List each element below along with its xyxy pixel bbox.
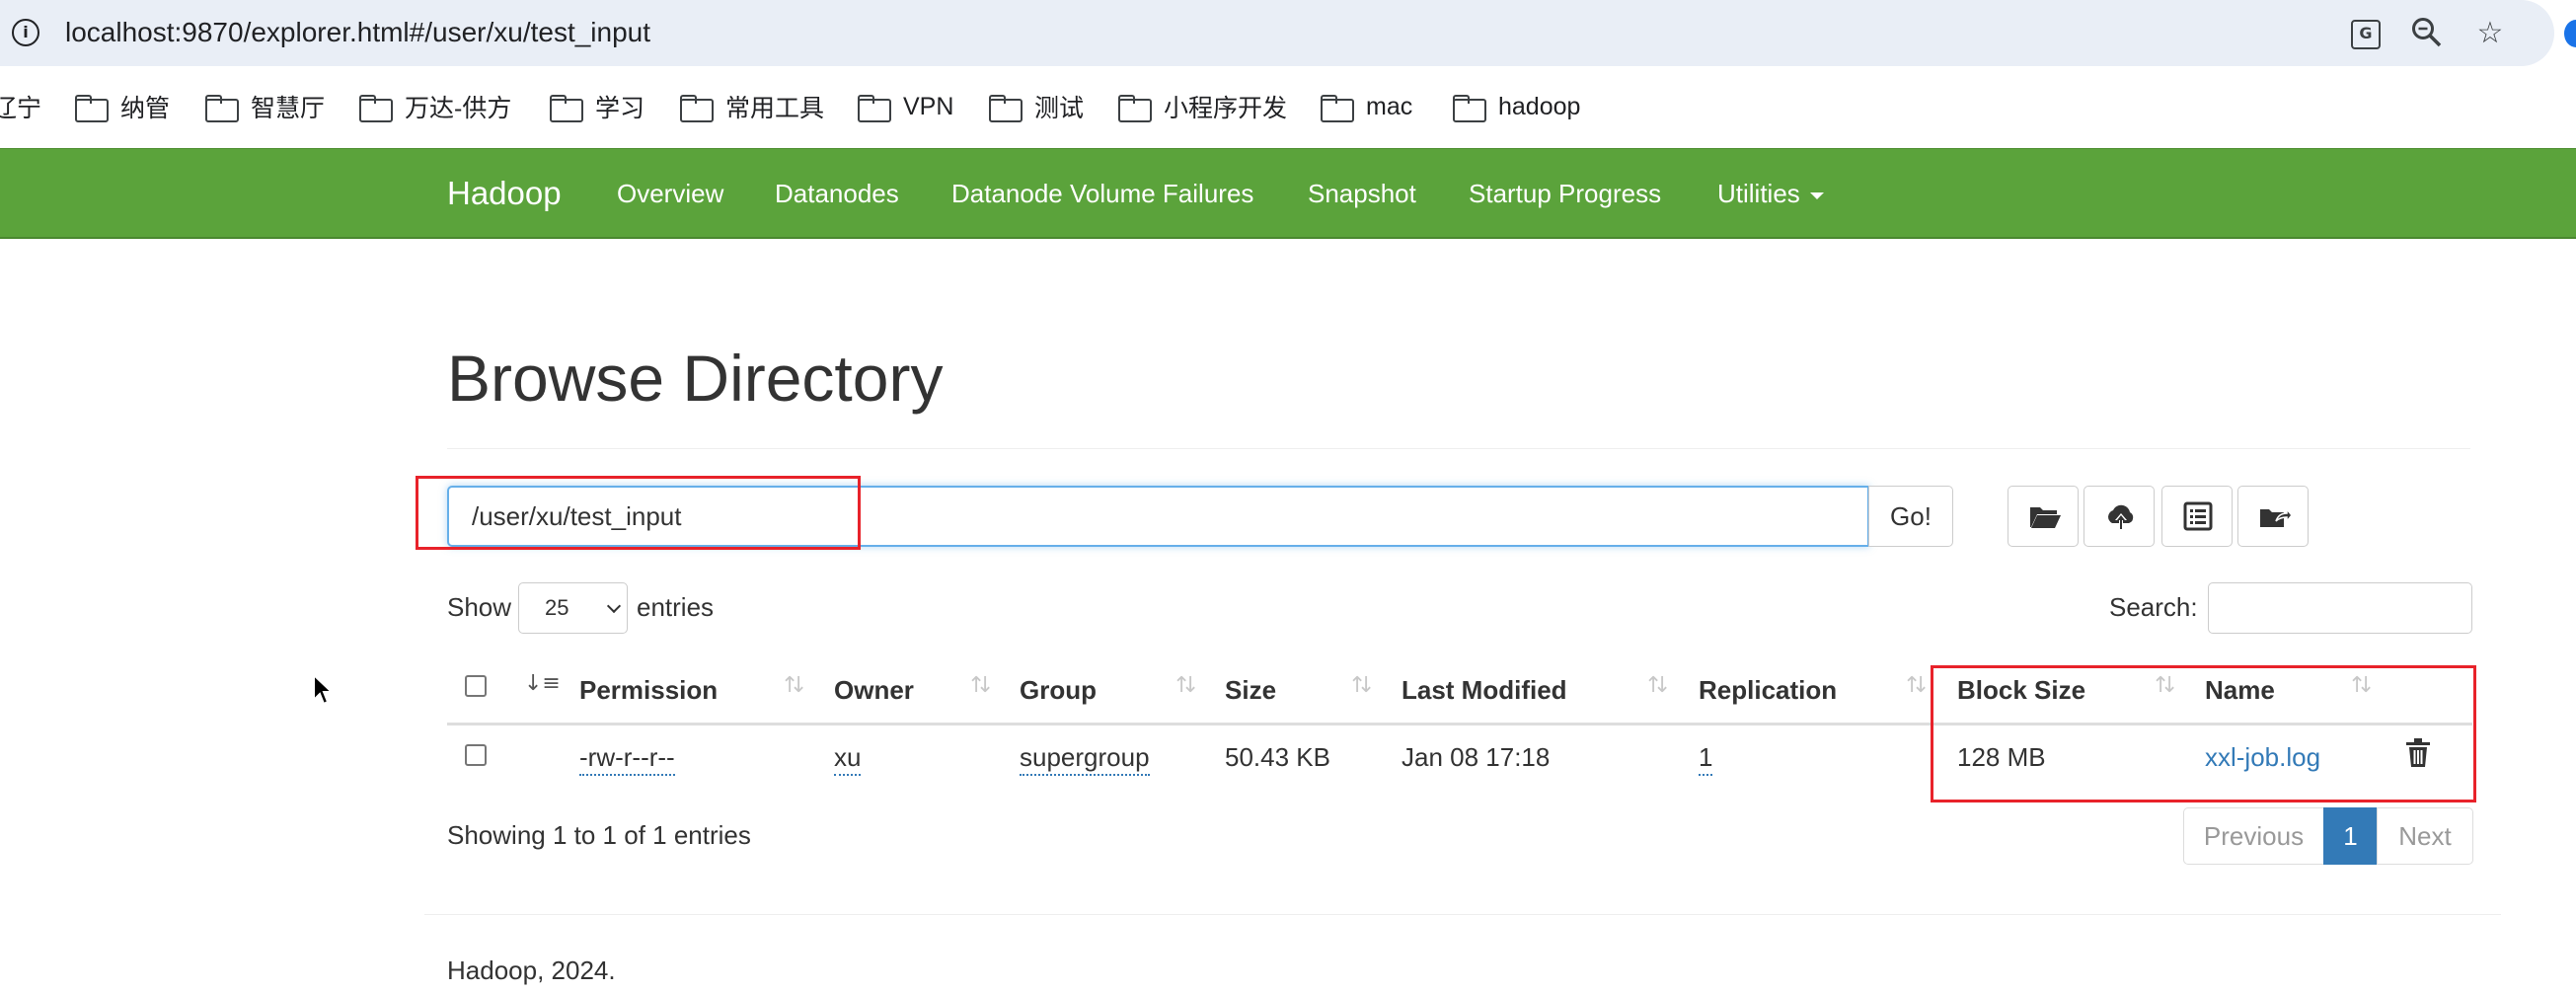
bookmark-folder[interactable]: 小程序开发 bbox=[1118, 87, 1287, 126]
hadoop-navbar: Hadoop Overview Datanodes Datanode Volum… bbox=[0, 148, 2576, 239]
go-button[interactable]: Go! bbox=[1868, 486, 1953, 547]
sort-icon[interactable] bbox=[1173, 673, 1199, 703]
sort-icon[interactable] bbox=[1903, 673, 1930, 703]
annotation-highlight-path bbox=[416, 476, 861, 550]
zoom-icon[interactable] bbox=[2408, 16, 2446, 53]
folder-icon bbox=[75, 95, 109, 122]
mouse-cursor-icon bbox=[312, 672, 335, 712]
row-select-checkbox[interactable] bbox=[465, 744, 487, 766]
chevron-down-icon bbox=[606, 598, 622, 614]
pagination-page-1[interactable]: 1 bbox=[2323, 807, 2378, 865]
bookmark-star-icon[interactable]: ☆ bbox=[2471, 16, 2509, 53]
sort-icon[interactable] bbox=[1348, 673, 1375, 703]
folder-icon bbox=[1118, 95, 1152, 122]
cell-size: 50.43 KB bbox=[1225, 742, 1330, 772]
cell-owner[interactable]: xu bbox=[834, 742, 862, 776]
bookmark-folder[interactable]: 学习 bbox=[550, 87, 644, 126]
url-field[interactable]: i localhost:9870/explorer.html#/user/xu/… bbox=[0, 0, 2554, 66]
sort-icon[interactable] bbox=[1644, 673, 1671, 703]
column-header-group[interactable]: Group bbox=[1020, 675, 1097, 706]
nav-snapshot[interactable]: Snapshot bbox=[1308, 179, 1416, 209]
cell-replication[interactable]: 1 bbox=[1699, 742, 1713, 776]
page-title: Browse Directory bbox=[447, 342, 944, 415]
paste-folder-button[interactable] bbox=[2237, 486, 2309, 547]
folder-share-icon bbox=[2260, 506, 2292, 527]
column-header-replication[interactable]: Replication bbox=[1699, 675, 1837, 706]
site-info-icon[interactable]: i bbox=[12, 19, 39, 46]
cut-paste-button[interactable] bbox=[2161, 486, 2233, 547]
pagination-next[interactable]: Next bbox=[2377, 807, 2473, 865]
folder-icon bbox=[205, 95, 239, 122]
sort-icon[interactable] bbox=[781, 673, 807, 703]
show-label: Show bbox=[447, 592, 512, 622]
cell-last-modified: Jan 08 17:18 bbox=[1402, 742, 1551, 772]
create-directory-button[interactable] bbox=[2008, 486, 2079, 547]
column-header-size[interactable]: Size bbox=[1225, 675, 1276, 706]
profile-avatar[interactable] bbox=[2564, 20, 2576, 47]
column-header-last-modified[interactable]: Last Modified bbox=[1402, 675, 1567, 706]
bookmark-folder[interactable]: 常用工具 bbox=[680, 87, 824, 126]
folder-icon bbox=[989, 95, 1023, 122]
showing-entries-info: Showing 1 to 1 of 1 entries bbox=[447, 820, 751, 850]
folder-icon bbox=[1453, 95, 1486, 122]
bookmark-folder[interactable]: mac bbox=[1321, 87, 1412, 126]
nav-datanodes[interactable]: Datanodes bbox=[775, 179, 899, 209]
upload-files-button[interactable] bbox=[2084, 486, 2155, 547]
folder-open-icon bbox=[2030, 507, 2061, 528]
folder-icon bbox=[858, 95, 891, 122]
annotation-highlight-name-column bbox=[1931, 665, 2476, 802]
nav-volume-failures[interactable]: Datanode Volume Failures bbox=[951, 179, 1253, 209]
search-input[interactable] bbox=[2208, 582, 2472, 634]
bookmark-folder[interactable]: 测试 bbox=[989, 87, 1084, 126]
pagination-previous[interactable]: Previous bbox=[2183, 807, 2324, 865]
cell-permission[interactable]: -rw-r--r-- bbox=[579, 742, 675, 776]
column-header-owner[interactable]: Owner bbox=[834, 675, 914, 706]
bookmark-folder[interactable]: VPN bbox=[858, 87, 953, 126]
folder-icon bbox=[359, 95, 393, 122]
list-alt-icon bbox=[2183, 501, 2213, 531]
bookmark-folder[interactable]: 智慧厅 bbox=[205, 87, 325, 126]
bookmark-item[interactable]: 辽宁 bbox=[0, 87, 41, 126]
divider bbox=[424, 914, 2501, 915]
browser-address-bar: i localhost:9870/explorer.html#/user/xu/… bbox=[0, 0, 2576, 69]
navbar-brand[interactable]: Hadoop bbox=[447, 175, 562, 212]
nav-startup-progress[interactable]: Startup Progress bbox=[1469, 179, 1661, 209]
bookmark-folder[interactable]: 万达-供方 bbox=[359, 87, 511, 126]
sort-ascending-icon[interactable]: ↓≡ bbox=[524, 671, 561, 696]
folder-icon bbox=[680, 95, 714, 122]
url-text[interactable]: localhost:9870/explorer.html#/user/xu/te… bbox=[65, 17, 650, 48]
divider bbox=[447, 448, 2470, 449]
folder-icon bbox=[1321, 95, 1354, 122]
cloud-upload-icon bbox=[2108, 504, 2134, 529]
translate-icon[interactable]: G bbox=[2347, 16, 2385, 53]
bookmarks-bar: 辽宁 纳管 智慧厅 万达-供方 学习 常用工具 VPN 测试 小程序开发 mac… bbox=[0, 69, 2576, 144]
sort-icon[interactable] bbox=[967, 673, 994, 703]
folder-icon bbox=[550, 95, 583, 122]
bookmark-folder[interactable]: hadoop bbox=[1453, 87, 1580, 126]
entries-label: entries bbox=[637, 592, 715, 622]
nav-utilities-dropdown[interactable]: Utilities bbox=[1717, 179, 1824, 209]
entries-per-page-select[interactable]: 25 bbox=[518, 582, 628, 634]
bookmark-folder[interactable]: 纳管 bbox=[75, 87, 170, 126]
nav-overview[interactable]: Overview bbox=[617, 179, 723, 209]
caret-down-icon bbox=[1809, 191, 1824, 199]
cell-group[interactable]: supergroup bbox=[1020, 742, 1150, 776]
footer-copyright: Hadoop, 2024. bbox=[447, 955, 616, 985]
column-header-permission[interactable]: Permission bbox=[579, 675, 718, 706]
select-all-checkbox[interactable] bbox=[465, 675, 487, 697]
search-label: Search: bbox=[2109, 592, 2198, 622]
